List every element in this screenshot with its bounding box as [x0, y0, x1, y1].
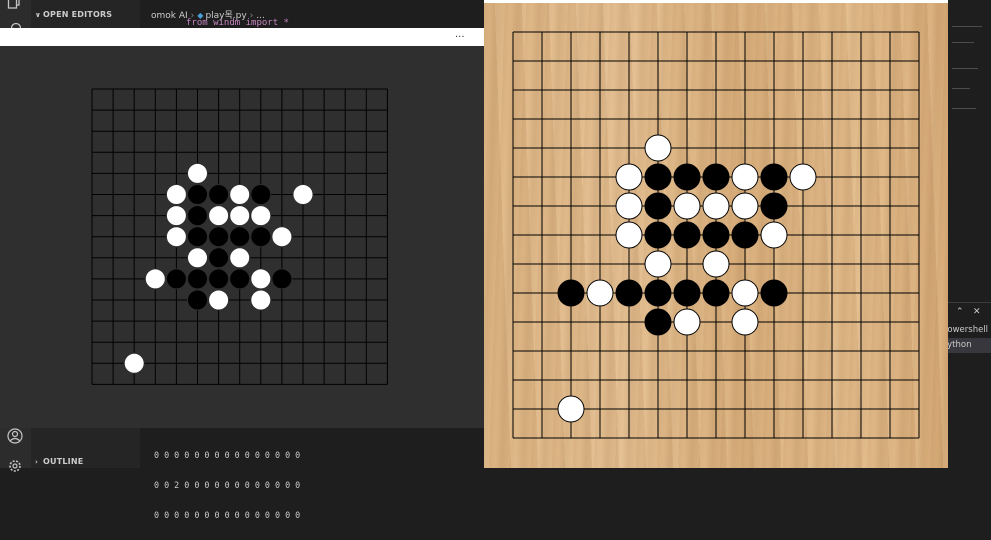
- terminal-session-item[interactable]: Python: [948, 338, 991, 353]
- white-stone: [731, 308, 759, 336]
- black-stone: [208, 268, 230, 290]
- terminal-panel-side: ⌃ ✕ powershell Python: [948, 302, 991, 469]
- white-stone: [557, 395, 585, 423]
- white-stone: [615, 221, 643, 249]
- white-stone: [586, 279, 614, 307]
- black-stone: [229, 268, 251, 290]
- black-stone: [760, 279, 788, 307]
- white-stone: [250, 268, 272, 290]
- white-stone: [673, 308, 701, 336]
- terminal-line: 0 0 0 0 0 0 0 0 0 0 0 0 0 0 0: [154, 510, 301, 520]
- code-line[interactable]: from windm import *: [186, 18, 289, 28]
- wood-board-surface: [484, 3, 948, 468]
- minimap-line: [952, 26, 982, 27]
- chevron-up-icon[interactable]: ⌃: [956, 307, 964, 317]
- white-stone: [789, 163, 817, 191]
- white-stone: [123, 352, 145, 374]
- outline-label: OUTLINE: [43, 457, 84, 466]
- white-stone: [208, 289, 230, 311]
- black-stone: [187, 289, 208, 311]
- open-editors-section[interactable]: ∨ OPEN EDITORS: [35, 10, 112, 19]
- black-stone: [187, 184, 208, 205]
- white-stone: [615, 163, 643, 191]
- black-stone: [673, 279, 701, 307]
- tk-omok-window: ...: [0, 28, 484, 428]
- black-stone: [271, 268, 293, 290]
- black-stone: [673, 221, 701, 249]
- white-stone: [165, 226, 187, 248]
- black-stone: [165, 268, 187, 290]
- terminal-line: 0 0 2 0 0 0 0 0 0 0 0 0 0 0 0: [154, 480, 301, 490]
- white-stone: [208, 205, 230, 227]
- explorer-icon[interactable]: [7, 0, 23, 10]
- black-stone: [208, 184, 230, 205]
- white-stone: [702, 250, 730, 278]
- minimap-line: [952, 42, 974, 43]
- white-stone: [731, 192, 759, 220]
- wood-omok-window: [484, 0, 948, 468]
- black-stone: [702, 279, 730, 307]
- white-stone: [229, 205, 251, 227]
- black-stone: [187, 226, 208, 248]
- black-stone: [615, 279, 643, 307]
- white-stone: [644, 250, 672, 278]
- white-stone: [144, 268, 166, 290]
- white-stone: [644, 134, 672, 162]
- black-stone: [644, 279, 672, 307]
- black-stone: [702, 163, 730, 191]
- white-stone: [229, 247, 251, 269]
- terminal-session-item[interactable]: powershell: [948, 323, 991, 338]
- black-stone: [644, 308, 672, 336]
- terminal-line: 0 0 0 0 0 0 0 0 0 0 0 0 0 0 0: [154, 450, 301, 460]
- white-stone: [187, 162, 208, 184]
- white-stone: [229, 184, 251, 205]
- black-stone: [208, 247, 230, 269]
- white-stone: [165, 205, 187, 227]
- white-stone: [615, 192, 643, 220]
- terminal-session-label: powershell: [948, 325, 989, 335]
- omok-board-left[interactable]: [0, 28, 484, 428]
- minimap-line: [952, 88, 970, 89]
- white-stone: [731, 279, 759, 307]
- black-stone: [644, 192, 672, 220]
- black-stone: [644, 163, 672, 191]
- account-icon[interactable]: [7, 428, 23, 444]
- minimap-line: [952, 108, 976, 109]
- open-editors-label: OPEN EDITORS: [43, 10, 113, 19]
- black-stone: [250, 184, 272, 205]
- black-stone: [673, 163, 701, 191]
- black-stone: [187, 268, 208, 290]
- black-stone: [187, 205, 208, 227]
- white-stone: [271, 226, 293, 248]
- black-stone: [760, 163, 788, 191]
- settings-gear-icon[interactable]: [7, 458, 23, 474]
- minimap-line: [952, 68, 978, 69]
- terminal-session-label: Python: [948, 340, 972, 350]
- black-stone: [250, 226, 272, 248]
- chevron-down-icon: ∨: [35, 11, 41, 19]
- outline-section[interactable]: › OUTLINE: [35, 457, 83, 466]
- black-stone: [229, 226, 251, 248]
- breadcrumb-folder[interactable]: omok AI: [151, 11, 188, 21]
- black-stone: [644, 221, 672, 249]
- white-stone: [165, 184, 187, 205]
- white-stone: [760, 221, 788, 249]
- close-icon[interactable]: ✕: [973, 307, 981, 317]
- white-stone: [250, 289, 272, 311]
- black-stone: [557, 279, 585, 307]
- white-stone: [250, 205, 272, 227]
- chevron-right-icon: ›: [35, 458, 39, 466]
- omok-board-right[interactable]: [484, 3, 948, 468]
- white-stone: [673, 192, 701, 220]
- white-stone: [702, 192, 730, 220]
- black-stone: [731, 221, 759, 249]
- white-stone: [292, 184, 314, 205]
- terminal-output[interactable]: 0 0 0 0 0 0 0 0 0 0 0 0 0 0 0 0 0 2 0 0 …: [154, 430, 300, 540]
- black-stone: [208, 226, 230, 248]
- black-stone: [702, 221, 730, 249]
- white-stone: [187, 247, 208, 269]
- white-stone: [731, 163, 759, 191]
- black-stone: [760, 192, 788, 220]
